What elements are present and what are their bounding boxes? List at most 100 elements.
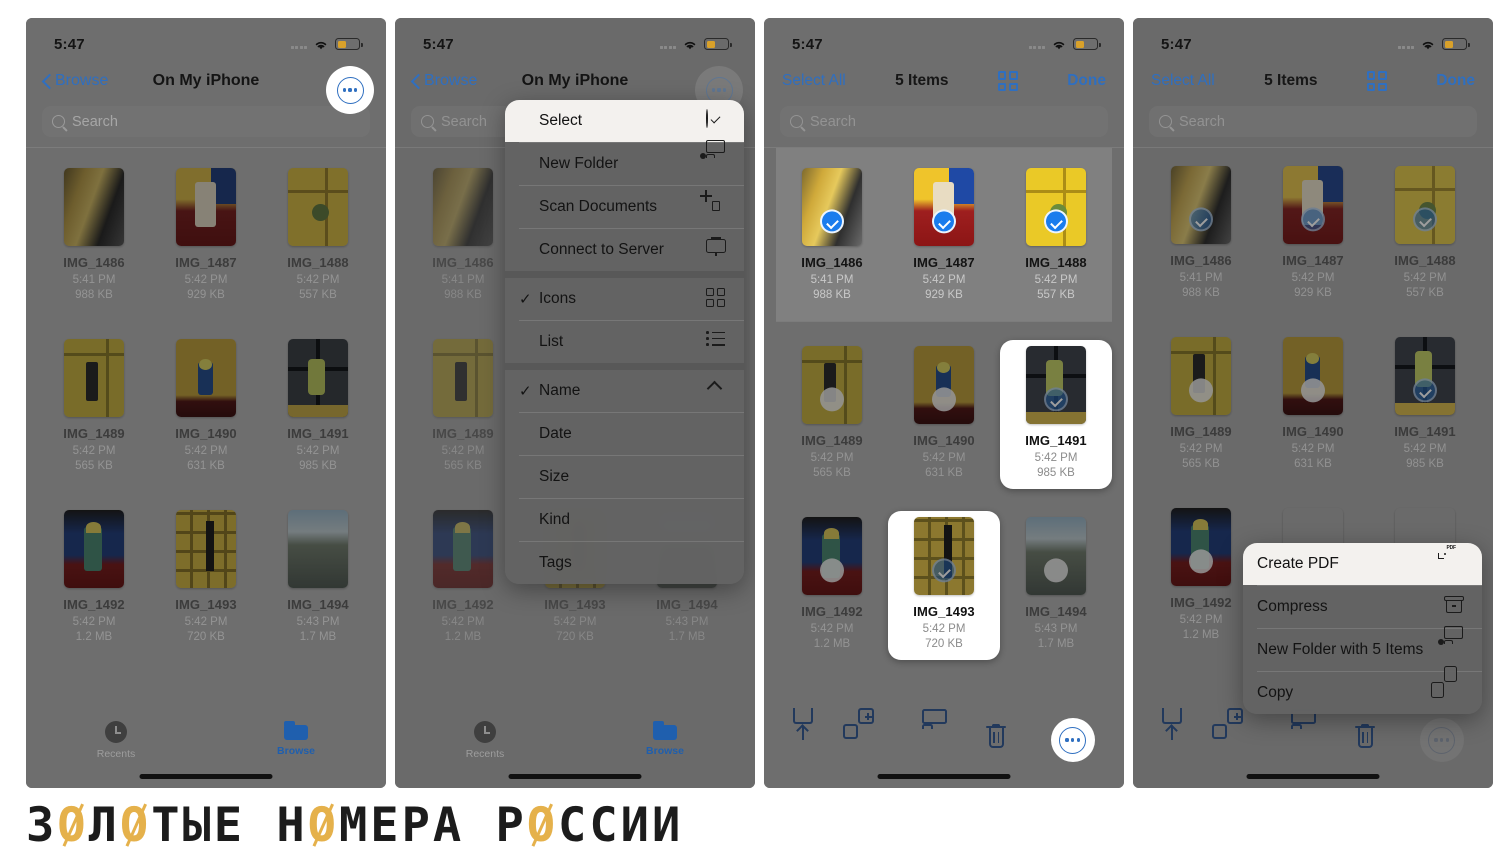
file-item[interactable]: IMG_1491 5:42 PM 985 KB xyxy=(1369,331,1481,480)
menu-item-new-folder[interactable]: New Folder xyxy=(505,140,744,185)
back-button[interactable]: Browse xyxy=(411,72,477,90)
file-item[interactable]: IMG_1490 5:42 PM 631 KB xyxy=(888,340,1000,489)
file-name: IMG_1488 xyxy=(1025,255,1087,270)
select-all-button[interactable]: Select All xyxy=(782,72,846,90)
tab-browse[interactable]: Browse xyxy=(206,721,386,757)
file-item[interactable]: IMG_1492 5:42 PM 1.2 MB xyxy=(407,504,519,653)
file-item[interactable]: IMG_1494 5:43 PM 1.7 MB xyxy=(262,504,374,653)
menu-item-date[interactable]: Date xyxy=(505,413,744,455)
file-thumbnail xyxy=(802,168,862,246)
grid-view-icon[interactable] xyxy=(1366,71,1387,91)
file-name: IMG_1491 xyxy=(287,426,349,441)
file-item[interactable]: IMG_1489 5:42 PM 565 KB xyxy=(38,333,150,482)
file-time: 5:43 PM xyxy=(1034,623,1078,635)
menu-separator xyxy=(505,363,744,370)
selection-checkmark xyxy=(820,209,844,234)
file-size: 1.2 MB xyxy=(444,631,482,643)
file-time: 5:42 PM xyxy=(1034,274,1078,286)
menu-item-size[interactable]: Size xyxy=(505,456,744,498)
file-item[interactable]: IMG_1493 5:42 PM 720 KB xyxy=(150,504,262,653)
file-item[interactable]: IMG_1487 5:42 PM 929 KB xyxy=(150,162,262,311)
tab-recents[interactable]: Recents xyxy=(395,721,575,760)
more-actions-button[interactable] xyxy=(1419,718,1464,762)
menu-item-list[interactable]: List xyxy=(505,321,744,363)
share-button[interactable] xyxy=(793,708,827,756)
more-options-button[interactable] xyxy=(326,66,374,114)
file-item[interactable]: IMG_1486 5:41 PM 988 KB xyxy=(776,162,888,311)
delete-button[interactable] xyxy=(1355,724,1389,756)
select-all-button[interactable]: Select All xyxy=(1151,72,1215,90)
grid-view-icon[interactable] xyxy=(997,71,1018,91)
done-button[interactable]: Done xyxy=(1436,72,1475,90)
file-item[interactable]: IMG_1491 5:42 PM 985 KB xyxy=(262,333,374,482)
file-time: 5:43 PM xyxy=(296,616,340,628)
menu-item-label: Select xyxy=(539,112,583,129)
phone-panel-3: 5:47 Select All 5 Items Done Search IMG_… xyxy=(764,18,1124,788)
menu-item-select[interactable]: Select xyxy=(505,100,744,142)
tab-recents[interactable]: Recents xyxy=(26,721,206,760)
search-input[interactable]: Search xyxy=(780,106,1108,137)
file-item[interactable]: IMG_1487 5:42 PM 929 KB xyxy=(888,162,1000,311)
file-item[interactable]: IMG_1486 5:41 PM 988 KB xyxy=(1145,160,1257,309)
file-item[interactable]: IMG_1487 5:42 PM 929 KB xyxy=(1257,160,1369,309)
file-item[interactable]: IMG_1490 5:42 PM 631 KB xyxy=(150,333,262,482)
more-actions-button[interactable] xyxy=(1050,718,1095,762)
compress-icon xyxy=(1444,596,1466,618)
file-row: IMG_1489 5:42 PM 565 KB IMG_1490 5:42 PM… xyxy=(38,333,374,482)
file-item[interactable]: IMG_1489 5:42 PM 565 KB xyxy=(407,333,519,482)
file-item[interactable]: IMG_1489 5:42 PM 565 KB xyxy=(776,340,888,489)
menu-item-name[interactable]: ✓ Name xyxy=(505,370,744,412)
home-indicator xyxy=(1246,774,1380,779)
tab-browse[interactable]: Browse xyxy=(575,721,755,757)
share-button[interactable] xyxy=(1162,708,1196,756)
back-button-label: Browse xyxy=(55,72,109,89)
menu-item-label: Connect to Server xyxy=(539,241,664,258)
file-time: 5:41 PM xyxy=(441,274,485,286)
home-indicator xyxy=(139,774,273,779)
file-item[interactable]: IMG_1488 5:42 PM 557 KB xyxy=(1000,162,1112,311)
file-size: 929 KB xyxy=(925,289,963,301)
menu-item-connect-to-server[interactable]: Connect to Server xyxy=(505,229,744,271)
file-row: IMG_1489 5:42 PM 565 KB IMG_1490 5:42 PM… xyxy=(1145,331,1481,480)
copy-icon xyxy=(1431,666,1466,704)
menu-item-new-folder-with-items[interactable]: New Folder with 5 Items xyxy=(1243,626,1482,671)
search-input[interactable]: Search xyxy=(1149,106,1477,137)
duplicate-button[interactable] xyxy=(1211,708,1261,756)
file-row: IMG_1492 5:42 PM 1.2 MB IMG_1493 5:42 PM… xyxy=(776,511,1112,660)
chevron-left-icon xyxy=(411,73,420,89)
delete-button[interactable] xyxy=(986,724,1020,756)
file-item[interactable]: IMG_1492 5:42 PM 1.2 MB xyxy=(1145,502,1257,651)
duplicate-button[interactable] xyxy=(842,708,892,756)
file-item-selected[interactable]: IMG_1491 5:42 PM 985 KB xyxy=(1000,340,1112,489)
menu-item-create-pdf[interactable]: Create PDF PDF xyxy=(1243,543,1482,585)
file-item[interactable]: IMG_1488 5:42 PM 557 KB xyxy=(1369,160,1481,309)
file-item-selected[interactable]: IMG_1493 5:42 PM 720 KB xyxy=(888,511,1000,660)
file-item[interactable]: IMG_1492 5:42 PM 1.2 MB xyxy=(776,511,888,660)
menu-item-copy[interactable]: Copy xyxy=(1243,666,1482,714)
file-item[interactable]: IMG_1486 5:41 PM 988 KB xyxy=(407,162,519,311)
file-item[interactable]: IMG_1492 5:42 PM 1.2 MB xyxy=(38,504,150,653)
file-size: 1.2 MB xyxy=(813,638,851,650)
file-thumbnail xyxy=(433,339,493,417)
file-size: 985 KB xyxy=(1406,458,1444,470)
done-button[interactable]: Done xyxy=(1067,72,1106,90)
menu-item-icons[interactable]: ✓ Icons xyxy=(505,278,744,320)
menu-item-scan-documents[interactable]: Scan Documents xyxy=(505,186,744,228)
file-item[interactable]: IMG_1490 5:42 PM 631 KB xyxy=(1257,331,1369,480)
back-button[interactable]: Browse xyxy=(42,72,108,90)
move-to-folder-button[interactable] xyxy=(921,709,956,756)
file-thumbnail xyxy=(1395,337,1455,415)
move-to-folder-button[interactable] xyxy=(1290,709,1325,756)
file-item[interactable]: IMG_1486 5:41 PM 988 KB xyxy=(38,162,150,311)
file-thumbnail xyxy=(288,339,348,417)
menu-item-kind[interactable]: Kind xyxy=(505,499,744,541)
file-item[interactable]: IMG_1489 5:42 PM 565 KB xyxy=(1145,331,1257,480)
menu-item-compress[interactable]: Compress xyxy=(1243,586,1482,628)
search-input[interactable]: Search xyxy=(42,106,370,137)
file-item[interactable]: IMG_1488 5:42 PM 557 KB xyxy=(262,162,374,311)
menu-item-tags[interactable]: Tags xyxy=(505,542,744,584)
file-item[interactable]: IMG_1494 5:43 PM 1.7 MB xyxy=(1000,511,1112,660)
file-thumbnail xyxy=(1026,517,1086,595)
file-thumbnail xyxy=(1171,508,1231,586)
tab-browse-label: Browse xyxy=(277,745,315,757)
